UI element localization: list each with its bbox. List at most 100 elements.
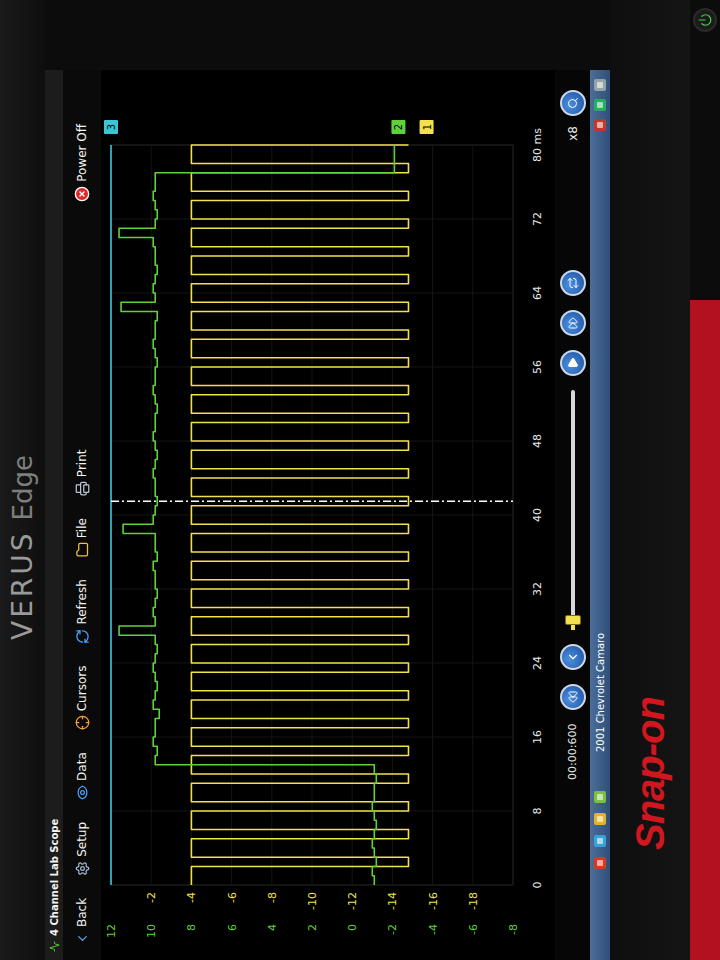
screen-row: 4 Channel Lab Scope Back Setup Data Cursors R… <box>45 0 610 960</box>
toolbar: Back Setup Data Cursors Refresh File Print Powe… <box>63 70 101 960</box>
cursor-line[interactable] <box>111 500 513 502</box>
toolbar-button[interactable]: Refresh <box>73 575 92 647</box>
tray-icon[interactable] <box>593 78 607 92</box>
refresh-icon <box>75 629 90 644</box>
playback-time: 00:00:600 <box>566 724 579 780</box>
play-button[interactable] <box>560 350 586 376</box>
grid-line <box>111 293 513 294</box>
plot-area <box>111 145 513 885</box>
taskbar: 2001 Chevrolet Camaro <box>590 70 610 960</box>
brand-sub: Edge <box>8 455 38 520</box>
toolbar-button[interactable]: File <box>73 514 92 561</box>
channel-marker[interactable]: 2 <box>391 120 405 134</box>
zoom-button[interactable] <box>560 90 586 116</box>
axis-tick: -6 <box>467 924 480 935</box>
top-bezel: VERUS Edge <box>0 0 45 960</box>
rewind-button[interactable] <box>560 684 586 710</box>
system-tray <box>593 78 607 132</box>
fast-forward-button[interactable] <box>560 310 586 336</box>
screen: 4 Channel Lab Scope Back Setup Data Cursors R… <box>45 70 610 960</box>
close-icon <box>74 186 90 202</box>
toolbar-button[interactable]: Cursors <box>73 662 92 735</box>
axis-tick: 6 <box>226 924 239 931</box>
axis-tick: -16 <box>427 892 440 910</box>
slider-fill <box>571 625 575 630</box>
axis-tick: -2 <box>386 924 399 935</box>
previous-icon <box>566 650 580 664</box>
folder-icon <box>75 542 90 557</box>
time-tick: 8 <box>531 808 544 815</box>
grid-line <box>111 145 112 885</box>
slider-thumb[interactable] <box>565 615 581 625</box>
app-title: 4 Channel Lab Scope <box>49 819 60 936</box>
axis-tick: -4 <box>427 924 440 935</box>
toolbar-button[interactable]: Setup <box>73 818 92 880</box>
axis-tick: 4 <box>266 924 279 931</box>
time-tick: 80 ms <box>531 128 544 162</box>
channel-marker[interactable]: 1 <box>420 120 434 134</box>
power-button[interactable] <box>693 8 717 32</box>
toolbar-button[interactable]: Print <box>73 446 92 501</box>
app-icon[interactable] <box>593 834 607 848</box>
time-tick: 56 <box>531 360 544 374</box>
time-tick: 48 <box>531 434 544 448</box>
axis-tick: -12 <box>346 892 359 910</box>
vehicle-label: 2001 Chevrolet Camaro <box>595 633 606 752</box>
app-icon[interactable] <box>593 812 607 826</box>
rewind-icon <box>567 691 579 703</box>
power-icon <box>698 13 712 27</box>
brand-logo: VERUS <box>6 530 39 640</box>
grid-line <box>111 515 513 516</box>
tray-icon[interactable] <box>593 98 607 112</box>
tray-icon[interactable] <box>593 118 607 132</box>
power-off-button[interactable]: Power Off <box>72 120 92 206</box>
zoom-level: x8 <box>566 126 580 141</box>
axis-tick: -6 <box>226 892 239 903</box>
svg-text:3: 3 <box>106 124 117 130</box>
grid-line <box>111 737 513 738</box>
time-tick: 0 <box>531 882 544 889</box>
playback-slider[interactable] <box>571 390 575 630</box>
trace-line <box>119 145 394 885</box>
magnifier-icon <box>567 97 579 109</box>
axis-tick: 10 <box>145 924 158 938</box>
axis-tick: 12 <box>105 924 118 938</box>
axis-tick: 0 <box>346 924 359 931</box>
printer-icon <box>75 481 90 496</box>
axis-tick: -8 <box>266 892 279 903</box>
axis-tick: -8 <box>507 924 520 935</box>
title-bar: 4 Channel Lab Scope <box>45 70 63 960</box>
loop-button[interactable] <box>560 270 586 296</box>
gear-icon <box>75 861 90 876</box>
axis-tick: -18 <box>467 892 480 910</box>
chart-area: -2-4-6-8-10-12-14-16-18121086420-2-4-6-8… <box>101 70 555 960</box>
svg-text:1: 1 <box>422 124 433 130</box>
axis-tick: -4 <box>185 892 198 903</box>
svg-text:2: 2 <box>393 124 404 130</box>
side-bezel <box>45 0 610 70</box>
time-tick: 64 <box>531 286 544 300</box>
previous-button[interactable] <box>560 644 586 670</box>
toolbar-button[interactable]: Data <box>73 748 92 804</box>
time-tick: 72 <box>531 212 544 226</box>
bottom-bezel: Snap-on <box>610 0 690 960</box>
grid-line <box>111 885 513 886</box>
app-icon[interactable] <box>593 790 607 804</box>
time-tick: 16 <box>531 730 544 744</box>
photo-frame: VERUS Edge 4 Channel Lab Scope Back Setup Dat… <box>0 0 720 960</box>
crosshair-icon <box>75 715 90 730</box>
fast-forward-icon <box>567 317 579 329</box>
toolbar-button[interactable]: Back <box>73 894 92 950</box>
play-icon <box>567 357 579 369</box>
axis-tick: -14 <box>386 892 399 910</box>
playback-controls: 00:00:600 x8 <box>555 70 590 960</box>
axis-tick: 8 <box>185 924 198 931</box>
axis-tick: -2 <box>145 892 158 903</box>
app-icon[interactable] <box>593 856 607 870</box>
brand-logo: Snap-on <box>628 697 673 850</box>
scope-chart[interactable]: -2-4-6-8-10-12-14-16-18121086420-2-4-6-8… <box>101 110 555 960</box>
zoom-group: x8 <box>560 90 586 141</box>
back-icon <box>75 931 90 946</box>
device-casing <box>690 0 720 960</box>
channel-marker[interactable]: 3 <box>104 120 118 134</box>
